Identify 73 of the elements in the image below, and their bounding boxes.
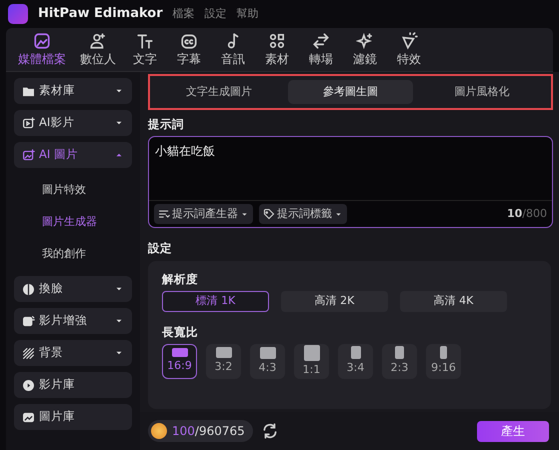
toolbar-tab[interactable]: 音訊: [214, 30, 252, 70]
menu-item[interactable]: 檔案: [172, 6, 195, 22]
toolbar-tab[interactable]: 媒體檔案: [14, 30, 70, 70]
prompt-tags-button[interactable]: 提示詞標籤: [259, 204, 347, 224]
menu-item[interactable]: 設定: [204, 6, 227, 22]
sidebar-item[interactable]: AI影片: [14, 110, 132, 136]
ratio-shape-icon: [440, 346, 447, 360]
window-title: HitPaw Edimakor: [38, 5, 163, 24]
arrows-icon: [312, 32, 330, 50]
stripes-icon: [22, 346, 35, 360]
toolbar-tab[interactable]: 濾鏡: [346, 30, 384, 70]
ratio-shape-icon: [260, 346, 276, 359]
app-logo: [8, 4, 28, 24]
ratio-shape-icon: [172, 348, 188, 358]
sparkle-icon: [356, 32, 374, 50]
toolbar-tab[interactable]: 數位人: [76, 30, 120, 70]
image-icon: [22, 410, 35, 424]
ratio-shape-icon: [350, 346, 360, 360]
sidebar-item[interactable]: 影片增強: [14, 308, 132, 334]
resolution-option[interactable]: 高清 2K: [281, 290, 388, 312]
sidebar-subitem[interactable]: 圖片特效: [14, 174, 132, 206]
field-label: 解析度: [162, 270, 199, 288]
character-count: 10/800: [506, 206, 547, 222]
folder-icon: [22, 84, 35, 98]
menu-item[interactable]: 幫助: [236, 6, 259, 22]
toolbar-tab[interactable]: 字幕: [170, 30, 208, 70]
section-heading: 提示詞: [148, 116, 185, 133]
toolbar-tab[interactable]: 文字: [126, 30, 164, 70]
resolution-option[interactable]: 高清 4K: [400, 290, 507, 312]
tag-icon: [263, 208, 275, 220]
list-icon: [158, 208, 170, 220]
aspect-ratio-option[interactable]: 2:3: [382, 344, 417, 379]
aspect-ratio-option[interactable]: 4:3: [250, 344, 285, 379]
aspect-ratio-option[interactable]: 3:4: [338, 344, 373, 379]
shapes-icon: [268, 32, 286, 50]
toolbar-tab[interactable]: 轉場: [302, 30, 340, 70]
caption-icon: [180, 32, 198, 50]
ratio-shape-icon: [304, 345, 320, 360]
section-heading: 設定: [148, 240, 173, 258]
coin-icon: [151, 423, 167, 439]
mode-tab[interactable]: 圖片風格化: [419, 80, 546, 104]
sidebar-subitem[interactable]: 我的創作: [14, 238, 132, 270]
sidebar-item[interactable]: 素材庫: [14, 78, 132, 104]
mode-tab[interactable]: 文字生成圖片: [156, 80, 282, 104]
video-icon: [22, 116, 35, 130]
sidebar-item[interactable]: AI 圖片: [14, 142, 132, 168]
generate-button[interactable]: 產生: [477, 420, 549, 442]
sidebar-item[interactable]: 換臉: [14, 276, 132, 302]
prompt-generator-button[interactable]: 提示詞產生器: [154, 204, 253, 224]
ratio-shape-icon: [216, 347, 232, 358]
person-icon: [89, 32, 107, 50]
effect-icon: [400, 32, 418, 50]
prompt-field[interactable]: 小貓在吃飯 提示詞產生器 提示詞標籤 10/800: [148, 136, 553, 228]
aspect-ratio-option[interactable]: 16:9: [162, 344, 197, 379]
field-label: 長寬比: [162, 324, 199, 341]
mode-tab[interactable]: 參考圖生圖: [288, 80, 414, 104]
sidebar-item[interactable]: 影片庫: [14, 372, 132, 398]
toolbar-tab[interactable]: 特效: [390, 30, 428, 70]
image-icon: [22, 148, 35, 162]
play-icon: [22, 378, 35, 392]
refresh-icon[interactable]: [260, 422, 279, 440]
image-icon: [33, 32, 51, 50]
sidebar-item[interactable]: 背景: [14, 340, 132, 366]
aspect-ratio-option[interactable]: 1:1: [294, 344, 329, 379]
credits-counter: 100/960765: [148, 420, 253, 442]
aspect-ratio-option[interactable]: 9:16: [426, 344, 461, 379]
text-icon: [136, 32, 154, 50]
resolution-option[interactable]: 標清 1K: [162, 290, 269, 312]
ratio-shape-icon: [395, 346, 404, 360]
sidebar-item[interactable]: 圖片庫: [14, 404, 132, 430]
aspect-ratio-option[interactable]: 3:2: [206, 344, 241, 379]
toolbar-tab[interactable]: 素材: [258, 30, 296, 70]
sidebar-subitem[interactable]: 圖片生成器: [14, 206, 132, 238]
